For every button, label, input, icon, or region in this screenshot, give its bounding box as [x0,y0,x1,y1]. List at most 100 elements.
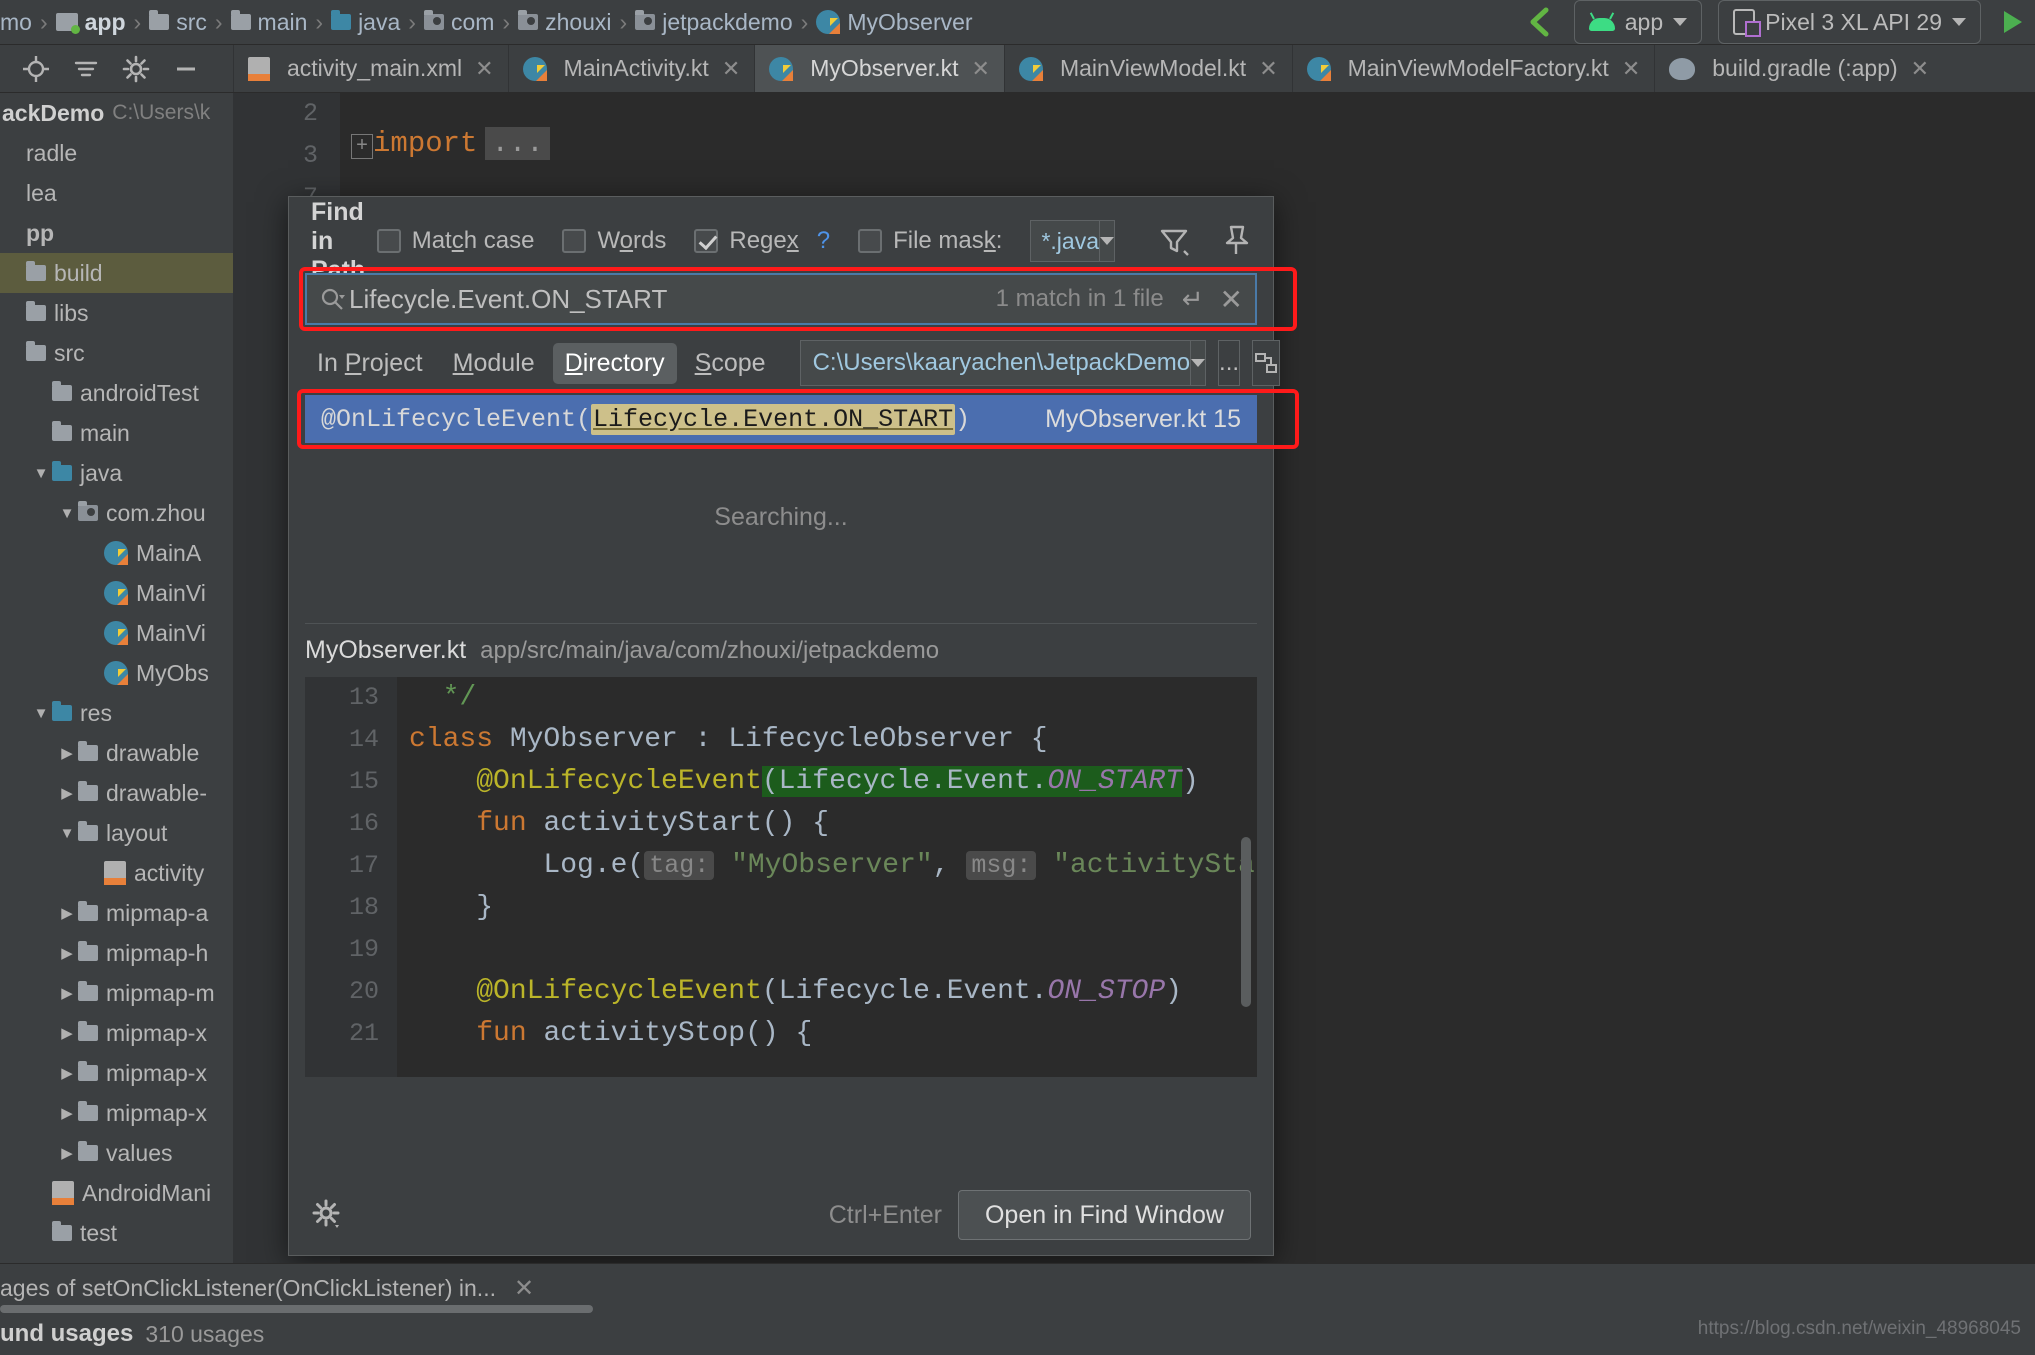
tree-item-libs[interactable]: libs [0,293,233,333]
scope-tab-scope[interactable]: Scope [683,343,778,384]
scope-tab-in-project[interactable]: In Project [305,343,435,384]
tree-item-java[interactable]: ▼java [0,453,233,493]
search-results-list[interactable]: @OnLifecycleEvent(Lifecycle.Event.ON_STA… [305,395,1257,623]
tree-item-radle[interactable]: radle [0,133,233,173]
tree-item-mipmap-x[interactable]: ▶mipmap-x [0,1053,233,1093]
tree-item-test[interactable]: test [0,1213,233,1253]
chevron-right-icon[interactable]: ▶ [56,1104,78,1122]
breadcrumb-item-zhouxi[interactable]: zhouxi [518,9,611,36]
editor-tab-mainviewmodel-kt[interactable]: MainViewModel.kt✕ [1004,45,1292,92]
run-button[interactable] [1997,7,2027,37]
tree-item-layout[interactable]: ▼layout [0,813,233,853]
editor-tab-myobserver-kt[interactable]: MyObserver.kt✕ [754,45,1004,92]
breadcrumb-item-com[interactable]: com [424,9,494,36]
pin-icon[interactable] [1221,224,1251,258]
tree-item-mipmap-m[interactable]: ▶mipmap-m [0,973,233,1013]
chevron-right-icon[interactable]: ▶ [56,744,78,762]
editor-tab-mainviewmodelfactory-kt[interactable]: MainViewModelFactory.kt✕ [1292,45,1655,92]
tree-item-src[interactable]: src [0,333,233,373]
file-mask-input[interactable]: *.java [1030,220,1100,262]
tree-item-drawable-[interactable]: ▶drawable- [0,773,233,813]
file-mask-dropdown[interactable] [1100,220,1115,262]
editor-tab-activity-main-xml[interactable]: activity_main.xml✕ [233,45,508,92]
chevron-down-icon[interactable]: ▼ [56,505,78,522]
collapse-all-icon[interactable] [72,55,100,83]
preview-pane[interactable]: 131415161718192021 */class MyObserver : … [305,677,1257,1077]
tree-item-myobs[interactable]: MyObs [0,653,233,693]
browse-button[interactable]: ... [1218,340,1240,386]
tree-item-com-zhou[interactable]: ▼com.zhou [0,493,233,533]
tree-item-activity[interactable]: activity [0,853,233,893]
option-match-case[interactable]: Match case [377,227,535,255]
scope-tab-directory[interactable]: Directory [553,343,677,384]
hide-icon[interactable] [172,55,200,83]
tree-item-mainvi[interactable]: MainVi [0,613,233,653]
editor-tab-build-gradle---app-[interactable]: build.gradle (:app)✕ [1654,45,1943,92]
option-file-mask-[interactable]: File mask: [858,227,1002,255]
navigate-back-icon[interactable] [1524,7,1558,37]
tree-item-drawable[interactable]: ▶drawable [0,733,233,773]
multiline-toggle-icon[interactable]: ↵ [1182,284,1204,315]
find-in-path-dialog[interactable]: Find in Path Match caseWordsRegex?File m… [288,196,1274,1256]
tree-item-pp[interactable]: pp [0,213,233,253]
directory-input[interactable]: C:\Users\kaaryachen\JetpackDemo [800,340,1191,386]
checkbox[interactable] [858,229,882,253]
breadcrumb[interactable]: mo›app›src›main›java›com›zhouxi›jetpackd… [0,9,1524,36]
tree-item-main[interactable]: main [0,413,233,453]
result-rows[interactable]: @OnLifecycleEvent(Lifecycle.Event.ON_STA… [305,395,1257,443]
option-regex[interactable]: Regex? [694,227,830,255]
project-tree[interactable]: radleleappbuildlibssrcandroidTestmain▼ja… [0,133,233,1253]
import-ellipsis[interactable]: ... [485,127,549,160]
editor-import-fold[interactable]: +import... [351,127,550,160]
run-configuration-selector[interactable]: app [1574,0,1702,44]
breadcrumb-item-main[interactable]: main [231,9,308,36]
result-row[interactable]: @OnLifecycleEvent(Lifecycle.Event.ON_STA… [305,395,1257,443]
tree-item-mipmap-h[interactable]: ▶mipmap-h [0,933,233,973]
scope-tab-module[interactable]: Module [441,343,547,384]
tree-item-lea[interactable]: lea [0,173,233,213]
tree-item-mainvi[interactable]: MainVi [0,573,233,613]
chevron-right-icon[interactable]: ▶ [56,1024,78,1042]
checkbox[interactable] [562,229,586,253]
directory-dropdown[interactable] [1191,340,1206,386]
search-input[interactable]: Lifecycle.Event.ON_START 1 match in 1 fi… [305,273,1257,325]
tree-item-build[interactable]: build [0,253,233,293]
checkbox[interactable] [694,229,718,253]
tree-item-maina[interactable]: MainA [0,533,233,573]
horizontal-scrollbar[interactable] [0,1305,593,1313]
close-icon[interactable]: ✕ [1911,56,1929,82]
tree-item-res[interactable]: ▼res [0,693,233,733]
clear-search-icon[interactable]: ✕ [1220,283,1243,316]
breadcrumb-item-mo[interactable]: mo [0,9,32,36]
preview-scrollbar[interactable] [1241,837,1251,1007]
tree-item-values[interactable]: ▶values [0,1133,233,1173]
tree-item-mipmap-x[interactable]: ▶mipmap-x [0,1013,233,1053]
project-tree-panel[interactable]: ackDemo C:\Users\k radleleappbuildlibssr… [0,93,233,1263]
tree-item-mipmap-x[interactable]: ▶mipmap-x [0,1093,233,1133]
breadcrumb-item-java[interactable]: java [331,9,400,36]
close-icon[interactable]: ✕ [1259,56,1277,82]
filter-icon[interactable] [1157,224,1191,258]
locate-icon[interactable] [22,55,50,83]
breadcrumb-item-jetpackdemo[interactable]: jetpackdemo [635,9,792,36]
tree-item-mipmap-a[interactable]: ▶mipmap-a [0,893,233,933]
device-selector[interactable]: Pixel 3 XL API 29 [1718,0,1981,44]
option-words[interactable]: Words [562,227,666,255]
chevron-right-icon[interactable]: ▶ [56,904,78,922]
chevron-down-icon[interactable]: ▼ [30,465,52,482]
chevron-right-icon[interactable]: ▶ [56,1064,78,1082]
fold-expand-icon[interactable]: + [351,134,373,159]
chevron-right-icon[interactable]: ▶ [56,1144,78,1162]
chevron-right-icon[interactable]: ▶ [56,784,78,802]
regex-help-icon[interactable]: ? [817,227,830,255]
close-icon[interactable]: ✕ [972,56,990,82]
close-icon[interactable]: ✕ [722,56,740,82]
breadcrumb-item-src[interactable]: src [149,9,207,36]
tree-item-androidmani[interactable]: AndroidMani [0,1173,233,1213]
chevron-right-icon[interactable]: ▶ [56,984,78,1002]
tree-item-androidtest[interactable]: androidTest [0,373,233,413]
gear-icon[interactable] [311,1198,345,1232]
close-icon[interactable]: ✕ [514,1274,534,1303]
close-icon[interactable]: ✕ [1622,56,1640,82]
open-in-find-window-button[interactable]: Open in Find Window [958,1190,1251,1240]
